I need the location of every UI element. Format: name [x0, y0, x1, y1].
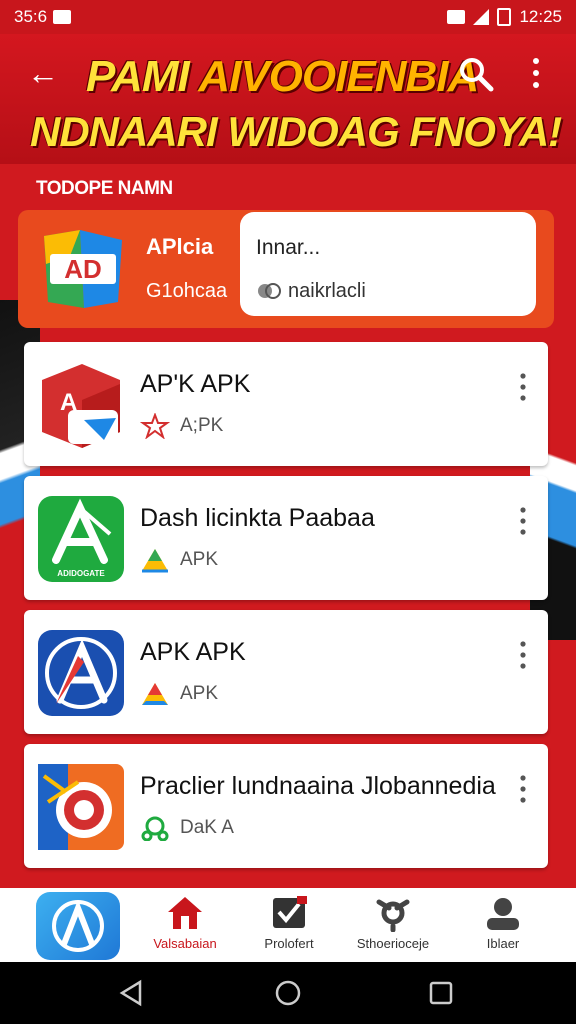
app-tag: DaK A [180, 817, 234, 838]
status-left-text: 35:6 [14, 7, 48, 26]
featured-app-name: APlcia [146, 234, 214, 259]
page-title-line2: NDNAARI WIDOAG FNOYA! [30, 108, 562, 155]
featured-panel-subtitle: naikrlacli [288, 280, 366, 302]
nav-item-media[interactable]: Prolofert [234, 894, 344, 958]
home-icon [168, 897, 202, 929]
nav-label-settings: Sthoerioceje [356, 936, 430, 951]
notification-icon [53, 10, 72, 24]
nav-item-settings[interactable]: Sthoerioceje [338, 894, 448, 958]
system-navigation-bar [0, 962, 576, 1024]
svg-text:A: A [60, 389, 77, 416]
link-icon [258, 283, 281, 299]
more-options-icon[interactable] [516, 372, 530, 402]
svg-text:AD: AD [64, 254, 102, 284]
section-label: TODOPE NAMN [36, 178, 173, 199]
image-icon [273, 896, 307, 928]
app-icon-4 [38, 764, 124, 850]
signal-icon [473, 9, 490, 25]
battery-icon [497, 8, 512, 26]
more-options-icon[interactable] [516, 506, 530, 536]
nav-label-media: Prolofert [264, 936, 314, 951]
page-title-line1: PAMI AIVOOIENBIA [86, 52, 479, 101]
nav-label-home: Valsabaian [153, 936, 217, 951]
app-tag: APK [180, 683, 219, 704]
wifi-icon [447, 10, 466, 24]
app-list-item[interactable]: ADIDOGATE Dash licinkta Paabaa APK [24, 476, 548, 600]
developer-icon [141, 816, 169, 841]
nav-item-profile[interactable]: Iblaer [448, 894, 558, 958]
drive-triangle-icon [142, 683, 168, 705]
app-name: Praclier lundnaaina Jlobannedia [140, 772, 496, 800]
app-name: AP'K APK [140, 370, 251, 398]
featured-app-card[interactable]: AD APlcia G1ohcaa Innar... naikrlacli [18, 210, 554, 328]
app-tag: APK [180, 549, 219, 570]
app-icon-1: A [42, 364, 120, 448]
nav-label-profile: Iblaer [486, 936, 520, 951]
featured-info-panel[interactable]: Innar... naikrlacli [240, 212, 536, 316]
more-options-icon[interactable] [516, 774, 530, 804]
search-icon[interactable] [456, 54, 496, 94]
featured-panel-title: Innar... [256, 236, 321, 259]
app-name: Dash licinkta Paabaa [140, 504, 375, 532]
apk-badge-icon [140, 413, 170, 439]
app-tag: A;PK [180, 415, 224, 436]
store-logo-icon [52, 899, 104, 952]
overflow-menu-icon[interactable] [526, 56, 546, 90]
svg-text:ADIDOGATE: ADIDOGATE [57, 569, 105, 578]
nav-item-home[interactable]: Valsabaian [130, 894, 240, 958]
app-name: APK APK [140, 638, 246, 666]
profile-icon [487, 898, 519, 930]
system-back-icon[interactable] [116, 978, 146, 1008]
app-header: ← PAMI AIVOOIENBIA NDNAARI WIDOAG FNOYA! [0, 34, 576, 164]
system-home-icon[interactable] [273, 978, 303, 1008]
store-shortcut-button[interactable] [36, 892, 120, 960]
featured-app-subtitle: G1ohcaa [146, 280, 228, 302]
settings-icon [376, 899, 410, 932]
system-recents-icon[interactable] [426, 978, 456, 1008]
app-list-item[interactable]: Praclier lundnaaina Jlobannedia DaK A [24, 744, 548, 868]
status-time: 12:25 [519, 7, 562, 26]
bottom-navigation: Valsabaian Prolofert Sthoerioceje Iblaer [0, 888, 576, 962]
app-icon-3 [38, 630, 124, 716]
drive-triangle-icon [142, 549, 168, 573]
app-list-item[interactable]: A AP'K APK A;PK [24, 342, 548, 466]
back-arrow-icon[interactable]: ← [26, 56, 60, 90]
app-icon-2: ADIDOGATE [38, 496, 124, 582]
featured-app-icon: AD [44, 230, 122, 308]
more-options-icon[interactable] [516, 640, 530, 670]
status-bar: 35:6 12:25 [0, 0, 576, 34]
app-list-item[interactable]: APK APK APK [24, 610, 548, 734]
